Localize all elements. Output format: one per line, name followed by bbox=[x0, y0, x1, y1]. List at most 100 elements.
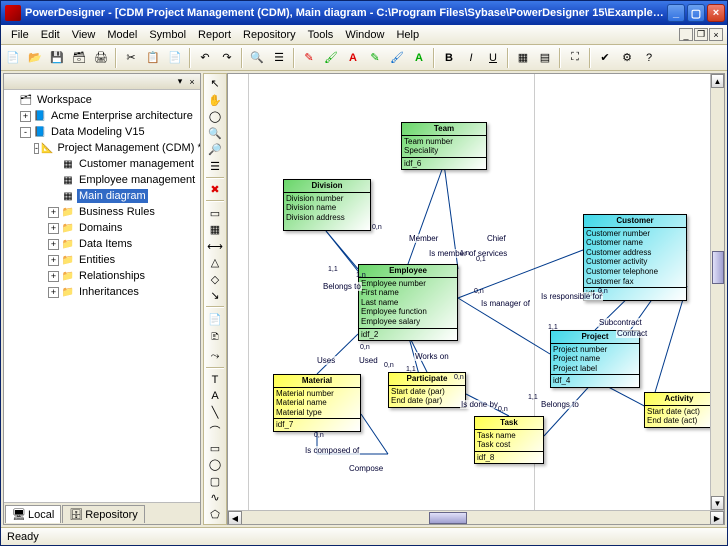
italic-button[interactable]: I bbox=[461, 48, 481, 68]
menu-edit[interactable]: Edit bbox=[35, 27, 66, 43]
properties-button[interactable]: ☰ bbox=[269, 48, 289, 68]
tree-item[interactable]: ▦Main diagram bbox=[6, 188, 198, 204]
menu-window[interactable]: Window bbox=[339, 27, 390, 43]
polyline-tool[interactable]: ∿ bbox=[205, 490, 225, 505]
tree-item[interactable]: ▦Customer management bbox=[6, 156, 198, 172]
tree-item[interactable]: 🗂Workspace bbox=[6, 92, 198, 108]
hscroll-right-icon[interactable]: ▶ bbox=[710, 511, 724, 525]
file-tool[interactable]: 📄 bbox=[205, 311, 225, 326]
entity-activity[interactable]: ActivityStart date (act)End date (act) bbox=[644, 392, 714, 428]
canvas-hscroll[interactable]: ◀ ▶ bbox=[228, 510, 724, 524]
zoomin-tool[interactable]: 🔍 bbox=[205, 125, 225, 140]
expand-icon[interactable]: - bbox=[34, 143, 39, 154]
tree-label[interactable]: Workspace bbox=[35, 93, 94, 107]
vscroll-thumb[interactable] bbox=[712, 251, 724, 284]
tree-item[interactable]: +📁Domains bbox=[6, 220, 198, 236]
line-tool[interactable]: ╲ bbox=[205, 405, 225, 420]
hscroll-thumb[interactable] bbox=[429, 512, 466, 524]
hscroll-left-icon[interactable]: ◀ bbox=[228, 511, 242, 525]
expand-icon[interactable]: + bbox=[48, 223, 59, 234]
menu-model[interactable]: Model bbox=[101, 27, 143, 43]
ellipse-tool[interactable]: ◯ bbox=[205, 457, 225, 472]
close-button[interactable]: × bbox=[707, 4, 725, 22]
vscroll-down-icon[interactable]: ▼ bbox=[711, 496, 724, 510]
entity-task[interactable]: TaskTask name Task costidf_8 bbox=[474, 416, 544, 464]
tree-label[interactable]: Entities bbox=[77, 253, 117, 267]
tree-label[interactable]: Inheritances bbox=[77, 285, 141, 299]
tree-item[interactable]: ▦Employee management bbox=[6, 172, 198, 188]
pointer-tool[interactable]: ↖ bbox=[205, 76, 225, 91]
tree-item[interactable]: +📁Inheritances bbox=[6, 284, 198, 300]
textcolor-button[interactable]: A bbox=[343, 48, 363, 68]
menu-tools[interactable]: Tools bbox=[302, 27, 340, 43]
link-tool[interactable]: ↘ bbox=[205, 288, 225, 303]
fit-button[interactable]: ⛶ bbox=[565, 48, 585, 68]
expand-icon[interactable]: + bbox=[20, 111, 31, 122]
mdi-restore-button[interactable]: ❐ bbox=[694, 28, 708, 41]
title-tool[interactable]: T bbox=[205, 372, 225, 387]
menu-help[interactable]: Help bbox=[390, 27, 425, 43]
tab-repository[interactable]: 🗄Repository bbox=[62, 505, 145, 523]
menu-view[interactable]: View bbox=[66, 27, 102, 43]
expand-icon[interactable]: + bbox=[48, 287, 59, 298]
undo-button[interactable]: ↶ bbox=[195, 48, 215, 68]
delete-tool[interactable]: ✖ bbox=[205, 182, 225, 197]
underline-button[interactable]: U bbox=[483, 48, 503, 68]
tree-label[interactable]: Acme Enterprise architecture bbox=[49, 109, 195, 123]
browser-dropdown-icon[interactable]: ▾ bbox=[174, 76, 186, 88]
expand-icon[interactable]: + bbox=[48, 239, 59, 250]
lasso-tool[interactable]: ◯ bbox=[205, 109, 225, 124]
arc-tool[interactable]: ⌒ bbox=[205, 422, 225, 440]
align-button[interactable]: ▦ bbox=[513, 48, 533, 68]
tree-item[interactable]: +📁Relationships bbox=[6, 268, 198, 284]
tree-label[interactable]: Relationships bbox=[77, 269, 147, 283]
fillcolor2-button[interactable]: 🖌 bbox=[387, 48, 407, 68]
mdi-close-button[interactable]: × bbox=[709, 28, 723, 41]
entity-tool[interactable]: ▦ bbox=[205, 222, 225, 237]
tab-local[interactable]: 🖥Local bbox=[5, 505, 61, 523]
tree-label[interactable]: Domains bbox=[77, 221, 124, 235]
properties-tool[interactable]: ☰ bbox=[205, 158, 225, 173]
expand-icon[interactable]: + bbox=[48, 271, 59, 282]
text-tool[interactable]: A bbox=[205, 389, 225, 404]
depend-tool[interactable]: ⤳ bbox=[205, 349, 225, 364]
copy-button[interactable]: 📋 bbox=[143, 48, 163, 68]
expand-icon[interactable]: + bbox=[48, 207, 59, 218]
help-button[interactable]: ? bbox=[639, 48, 659, 68]
open-button[interactable]: 📂 bbox=[25, 48, 45, 68]
tree-item[interactable]: +📘Acme Enterprise architecture bbox=[6, 108, 198, 124]
package-tool[interactable]: ▭ bbox=[205, 205, 225, 220]
rect-tool[interactable]: ▭ bbox=[205, 441, 225, 456]
generate-button[interactable]: ⚙ bbox=[617, 48, 637, 68]
menu-repository[interactable]: Repository bbox=[237, 27, 302, 43]
tree-label[interactable]: Data Items bbox=[77, 237, 134, 251]
tree-item[interactable]: -📘Data Modeling V15 bbox=[6, 124, 198, 140]
maximize-button[interactable]: ▢ bbox=[687, 4, 705, 22]
rrect-tool[interactable]: ▢ bbox=[205, 474, 225, 489]
entity-team[interactable]: TeamTeam number Specialityidf_6 bbox=[401, 122, 487, 170]
save-button[interactable]: 💾 bbox=[47, 48, 67, 68]
linecolor2-button[interactable]: ✎ bbox=[365, 48, 385, 68]
association-tool[interactable]: ◇ bbox=[205, 271, 225, 286]
note-tool[interactable]: 🗈 bbox=[205, 328, 225, 348]
tree-item[interactable]: +📁Business Rules bbox=[6, 204, 198, 220]
print-button[interactable]: 🖨 bbox=[91, 48, 111, 68]
tree-label[interactable]: Data Modeling V15 bbox=[49, 125, 147, 139]
menu-symbol[interactable]: Symbol bbox=[143, 27, 192, 43]
paste-button[interactable]: 📄 bbox=[165, 48, 185, 68]
expand-icon[interactable]: + bbox=[48, 255, 59, 266]
vscroll-up-icon[interactable]: ▲ bbox=[711, 74, 724, 88]
zoomout-tool[interactable]: 🔎 bbox=[205, 142, 225, 157]
tree-label[interactable]: Employee management bbox=[77, 173, 197, 187]
diagram-canvas[interactable]: DivisionDivision numberDivision nameDivi… bbox=[227, 73, 725, 525]
tree-label[interactable]: Customer management bbox=[77, 157, 196, 171]
textcolor2-button[interactable]: A bbox=[409, 48, 429, 68]
tree-label[interactable]: Main diagram bbox=[77, 189, 148, 203]
entity-project[interactable]: ProjectProject number Project nameProjec… bbox=[550, 330, 640, 388]
check-button[interactable]: ✔ bbox=[595, 48, 615, 68]
canvas-vscroll[interactable]: ▲ ▼ bbox=[710, 74, 724, 510]
tree-item[interactable]: +📁Data Items bbox=[6, 236, 198, 252]
polygon-tool[interactable]: ⬠ bbox=[205, 507, 225, 522]
linecolor-button[interactable]: ✎ bbox=[299, 48, 319, 68]
tree-label[interactable]: Project Management (CDM) * bbox=[55, 141, 200, 155]
